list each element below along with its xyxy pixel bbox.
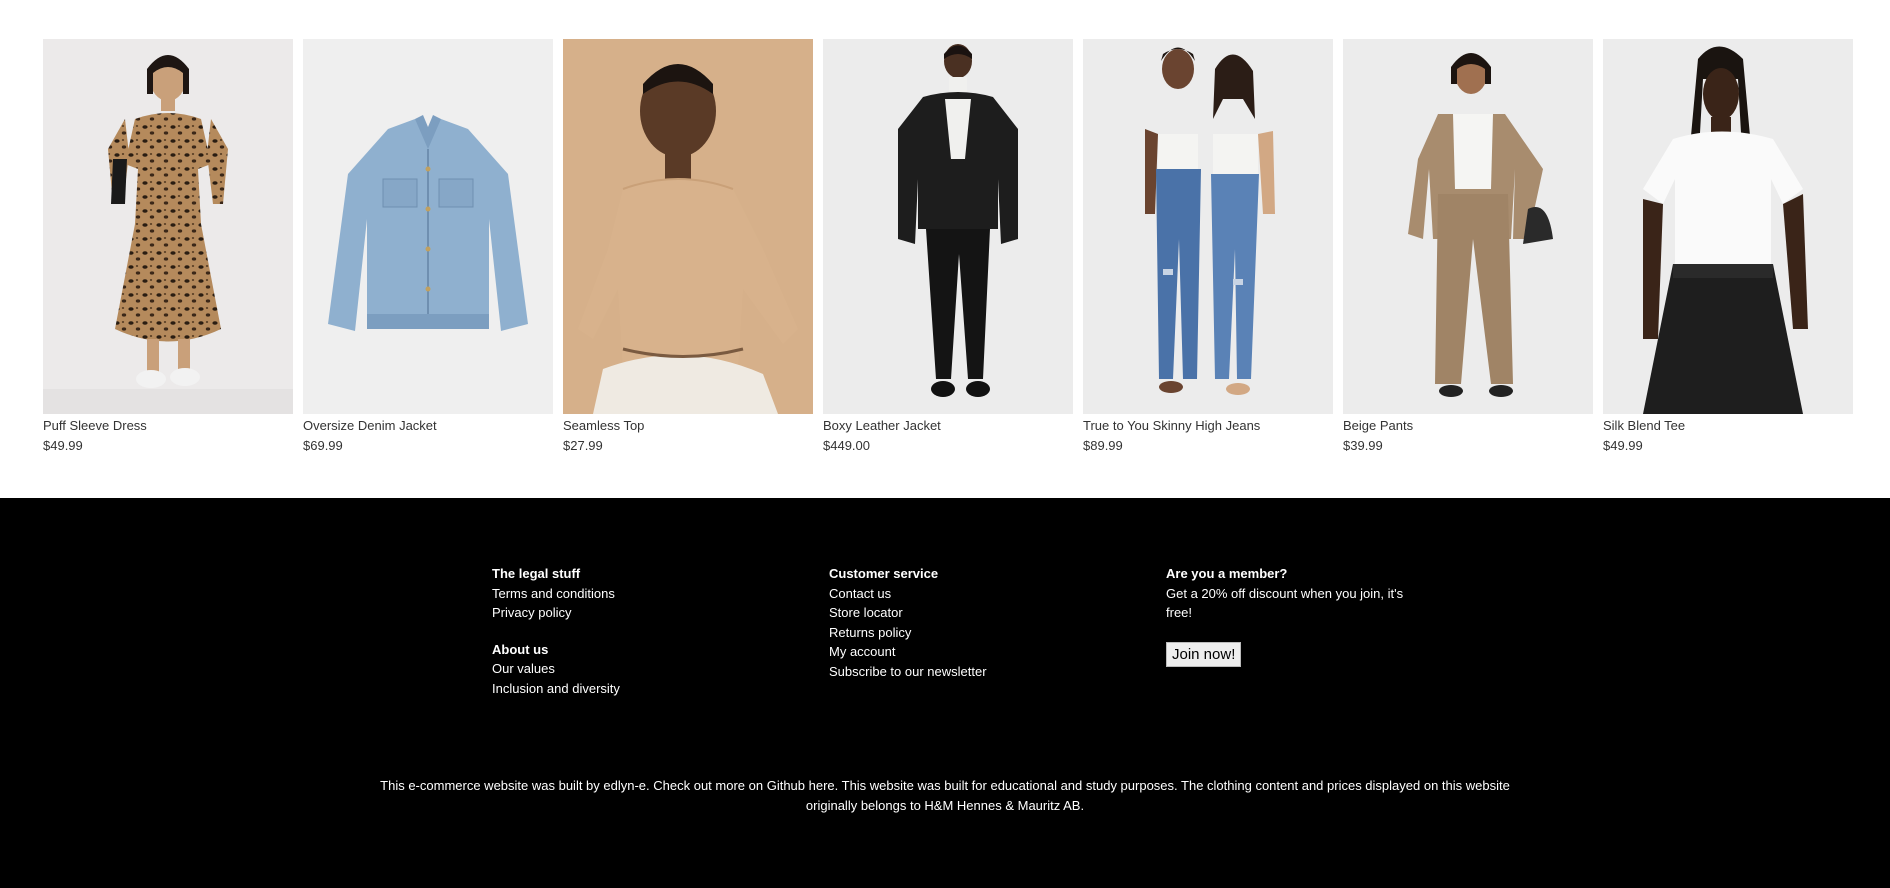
- product-name[interactable]: True to You Skinny High Jeans: [1083, 418, 1333, 434]
- product-card[interactable]: True to You Skinny High Jeans $89.99: [1083, 39, 1333, 454]
- product-price: $89.99: [1083, 438, 1123, 453]
- product-price: $69.99: [303, 438, 343, 453]
- site-footer: The legal stuff Terms and conditions Pri…: [0, 498, 1890, 888]
- product-grid: Puff Sleeve Dress $49.99 Oversize Denim …: [43, 39, 1853, 454]
- join-now-button[interactable]: Join now!: [1166, 641, 1242, 667]
- product-image-seamless-top[interactable]: [563, 39, 813, 414]
- newsletter-link[interactable]: Subscribe to our newsletter: [829, 662, 1129, 682]
- member-text: Get a 20% off discount when you join, it…: [1166, 585, 1404, 621]
- product-image-skinny-jeans[interactable]: [1083, 39, 1333, 414]
- product-card[interactable]: Silk Blend Tee $49.99: [1603, 39, 1853, 454]
- product-name[interactable]: Oversize Denim Jacket: [303, 418, 553, 434]
- my-account-link[interactable]: My account: [829, 642, 1129, 662]
- footer-column-legal: The legal stuff Terms and conditions Pri…: [492, 564, 792, 699]
- product-price: $49.99: [43, 438, 83, 453]
- product-image-silk-tee[interactable]: [1603, 39, 1853, 414]
- about-heading: About us: [492, 641, 549, 657]
- footer-column-member: Are you a member? Get a 20% off discount…: [1166, 564, 1426, 667]
- product-name[interactable]: Beige Pants: [1343, 418, 1593, 434]
- product-image-leather-jacket[interactable]: [823, 39, 1073, 414]
- footer-column-service: Customer service Contact us Store locato…: [829, 564, 1129, 682]
- legal-heading: The legal stuff: [492, 566, 581, 581]
- member-heading: Are you a member?: [1166, 566, 1288, 581]
- product-name[interactable]: Boxy Leather Jacket: [823, 418, 1073, 434]
- our-values-link[interactable]: Our values: [492, 659, 792, 679]
- store-locator-link[interactable]: Store locator: [829, 603, 1129, 623]
- product-image-beige-pants[interactable]: [1343, 39, 1593, 414]
- product-card[interactable]: Oversize Denim Jacket $69.99: [303, 39, 553, 454]
- product-card[interactable]: Puff Sleeve Dress $49.99: [43, 39, 293, 454]
- product-price: $449.00: [823, 438, 870, 453]
- product-image-denim-jacket[interactable]: [303, 39, 553, 414]
- inclusion-link[interactable]: Inclusion and diversity: [492, 679, 792, 699]
- product-price: $39.99: [1343, 438, 1383, 453]
- service-heading: Customer service: [829, 566, 939, 581]
- terms-link[interactable]: Terms and conditions: [492, 584, 792, 604]
- contact-link[interactable]: Contact us: [829, 584, 1129, 604]
- footer-credit: This e-commerce website was built by edl…: [380, 778, 1510, 813]
- product-card[interactable]: Beige Pants $39.99: [1343, 39, 1593, 454]
- returns-link[interactable]: Returns policy: [829, 623, 1129, 643]
- product-name[interactable]: Seamless Top: [563, 418, 813, 434]
- product-name[interactable]: Silk Blend Tee: [1603, 418, 1853, 434]
- product-image-dress[interactable]: [43, 39, 293, 414]
- privacy-link[interactable]: Privacy policy: [492, 603, 792, 623]
- product-card[interactable]: Boxy Leather Jacket $449.00: [823, 39, 1073, 454]
- product-card[interactable]: Seamless Top $27.99: [563, 39, 813, 454]
- product-name[interactable]: Puff Sleeve Dress: [43, 418, 293, 434]
- product-price: $49.99: [1603, 438, 1643, 453]
- product-price: $27.99: [563, 438, 603, 453]
